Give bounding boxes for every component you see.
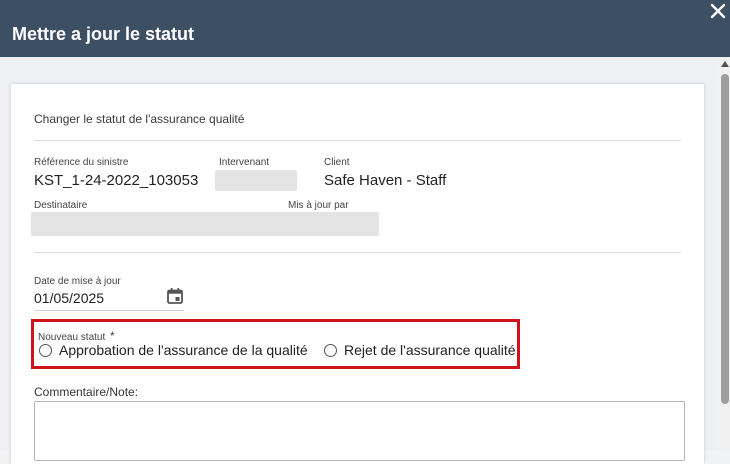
- section-divider-2: [34, 252, 681, 253]
- date-input-underline: [34, 310, 184, 311]
- intervenant-value-redacted: [215, 170, 297, 191]
- section-title: Changer le statut de l'assurance qualité: [34, 112, 245, 126]
- claim-reference-label: Référence du sinistre: [34, 157, 129, 168]
- client-label: Client: [324, 157, 350, 168]
- comment-textarea[interactable]: [34, 401, 685, 461]
- radio-option-reject[interactable]: Rejet de l'assurance qualité: [324, 342, 518, 359]
- update-date-label: Date de mise à jour: [34, 276, 121, 287]
- intervenant-label: Intervenant: [219, 157, 270, 168]
- destinataire-updated-by-redacted: [31, 212, 379, 236]
- updated-by-label: Mis à jour par: [288, 200, 349, 211]
- radio-option-approval[interactable]: Approbation de l'assurance de la qualité: [39, 342, 311, 359]
- destinataire-label: Destinataire: [34, 200, 88, 211]
- calendar-icon[interactable]: [166, 287, 184, 305]
- comment-label: Commentaire/Note:: [34, 385, 139, 399]
- claim-reference-value: KST_1-24-2022_103053: [34, 172, 199, 189]
- client-value: Safe Haven - Staff: [324, 172, 447, 189]
- radio-approval-label[interactable]: Approbation de l'assurance de la qualité: [59, 342, 308, 358]
- dialog-title: Mettre a jour le statut: [12, 24, 195, 44]
- scrollbar-thumb[interactable]: [721, 74, 729, 404]
- update-date-input[interactable]: 01/05/2025: [34, 290, 104, 306]
- dialog-header: Mettre a jour le statut: [0, 0, 730, 57]
- new-status-label: Nouveau statut *: [38, 329, 115, 343]
- radio-approval-circle[interactable]: [39, 344, 52, 357]
- section-divider: [34, 140, 681, 141]
- close-icon[interactable]: [707, 0, 729, 22]
- radio-reject-circle[interactable]: [324, 344, 337, 357]
- radio-reject-label[interactable]: Rejet de l'assurance qualité: [344, 342, 516, 358]
- required-marker: *: [110, 329, 115, 343]
- scroll-up-arrow-icon[interactable]: [721, 61, 729, 67]
